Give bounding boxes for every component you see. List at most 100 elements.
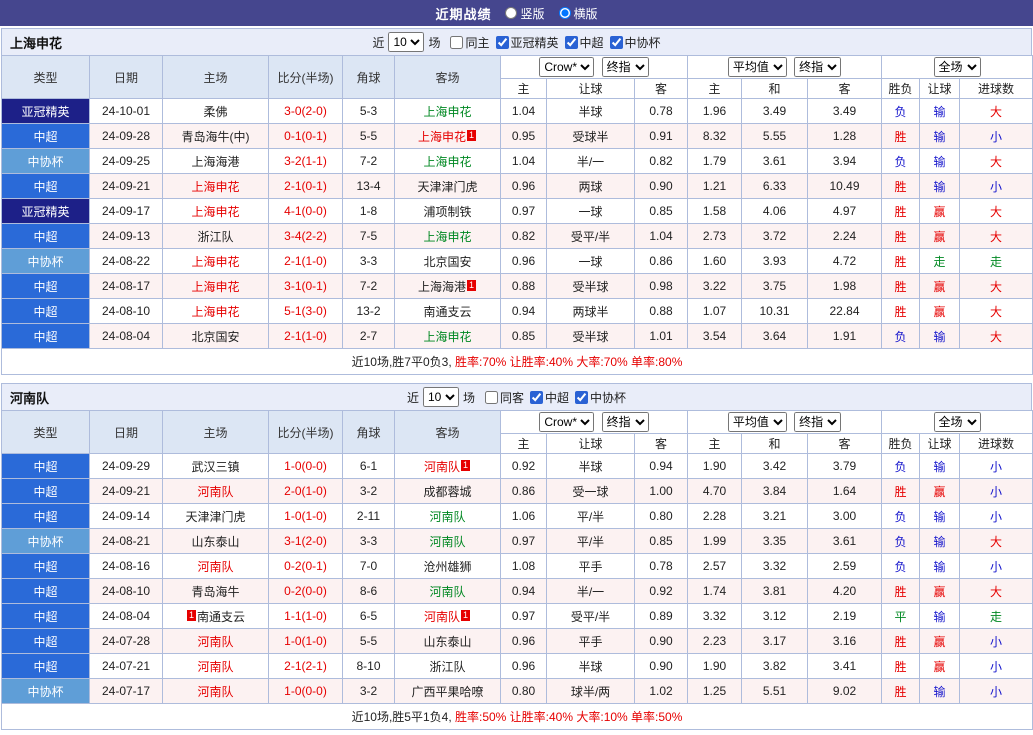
fulltime-select[interactable]: 全场 [934, 57, 981, 77]
match-count-select[interactable]: 10 [388, 32, 424, 52]
home-team-cell: 青岛海牛(中) [163, 124, 269, 149]
checkbox-icon[interactable] [565, 36, 578, 49]
goals-result-cell: 走 [960, 249, 1033, 274]
home-team-name[interactable]: 河南队 [197, 635, 233, 649]
away-team-name[interactable]: 南通支云 [423, 305, 471, 319]
home-team-name[interactable]: 浙江队 [197, 230, 233, 244]
league-filter-checkbox[interactable]: 中协杯 [610, 34, 661, 51]
checkbox-icon[interactable] [530, 391, 543, 404]
horizontal-radio-icon[interactable] [559, 7, 571, 19]
home-team-name[interactable]: 上海申花 [191, 305, 239, 319]
home-team-name[interactable]: 上海申花 [191, 205, 239, 219]
goals-result-cell: 大 [960, 324, 1033, 349]
league-filter-checkbox[interactable]: 同客 [485, 389, 524, 406]
league-filter-checkbox[interactable]: 中超 [530, 389, 569, 406]
bookmaker-select[interactable]: Crow* [539, 57, 594, 77]
score-cell: 3-4(2-2) [269, 224, 343, 249]
result-cell: 胜 [882, 124, 920, 149]
home-team-name[interactable]: 河南队 [197, 485, 233, 499]
handicap-cell: 平/半 [547, 504, 635, 529]
avg-time-select[interactable]: 终指 [794, 412, 841, 432]
goals-result-cell: 大 [960, 199, 1033, 224]
home-team-name[interactable]: 天津津门虎 [185, 510, 245, 524]
average-select[interactable]: 平均值 [728, 57, 787, 77]
away-team-name[interactable]: 河南队 [424, 460, 460, 474]
away-team-name[interactable]: 河南队 [424, 610, 460, 624]
team-header-row: 河南队 近 10 场 同客 中超 [1, 383, 1032, 410]
away-team-name[interactable]: 天津津门虎 [417, 180, 477, 194]
bookmaker-select[interactable]: Crow* [539, 412, 594, 432]
odds-away-cell: 0.78 [635, 554, 688, 579]
away-team-name[interactable]: 成都蓉城 [423, 485, 471, 499]
results-table: 类型 日期 主场 比分(半场) 角球 客场 Crow* 终指 平均值 终指 全场 [1, 55, 1033, 375]
checkbox-icon[interactable] [575, 391, 588, 404]
col-header-away: 客场 [395, 411, 501, 454]
away-team-name[interactable]: 山东泰山 [423, 635, 471, 649]
away-team-name[interactable]: 河南队 [429, 510, 465, 524]
away-team-name[interactable]: 上海申花 [423, 330, 471, 344]
away-team-name[interactable]: 北京国安 [423, 255, 471, 269]
score-cell: 2-1(0-1) [269, 174, 343, 199]
avg-away-cell: 2.19 [808, 604, 882, 629]
odds-time-select[interactable]: 终指 [602, 57, 649, 77]
home-team-cell: 河南队 [163, 629, 269, 654]
away-team-name[interactable]: 河南队 [429, 585, 465, 599]
home-team-name[interactable]: 上海申花 [191, 255, 239, 269]
avg-home-cell: 4.70 [688, 479, 742, 504]
home-team-name[interactable]: 南通支云 [197, 610, 245, 624]
home-team-name[interactable]: 北京国安 [191, 330, 239, 344]
away-team-name[interactable]: 上海申花 [418, 130, 466, 144]
league-filter-checkbox[interactable]: 中超 [565, 34, 604, 51]
odds-home-cell: 0.97 [501, 199, 547, 224]
subcol-handicap-result: 让球 [920, 434, 960, 454]
home-team-name[interactable]: 河南队 [197, 660, 233, 674]
home-team-name[interactable]: 河南队 [197, 560, 233, 574]
away-team-name[interactable]: 浦项制铁 [423, 205, 471, 219]
col-header-home: 主场 [163, 56, 269, 99]
away-team-name[interactable]: 上海申花 [423, 105, 471, 119]
league-type-cell: 中协杯 [2, 249, 90, 274]
checkbox-icon[interactable] [610, 36, 623, 49]
goals-result-cell: 小 [960, 654, 1033, 679]
handicap-result-cell: 赢 [920, 274, 960, 299]
checkbox-icon[interactable] [485, 391, 498, 404]
avg-time-select[interactable]: 终指 [794, 57, 841, 77]
league-filter-checkbox[interactable]: 同主 [450, 34, 489, 51]
home-team-name[interactable]: 上海申花 [191, 280, 239, 294]
home-team-name[interactable]: 青岛海牛(中) [182, 130, 250, 144]
league-filter-checkbox[interactable]: 亚冠精英 [496, 34, 559, 51]
home-team-name[interactable]: 青岛海牛 [191, 585, 239, 599]
home-team-name[interactable]: 河南队 [197, 685, 233, 699]
avg-home-cell: 1.58 [688, 199, 742, 224]
away-team-cell: 河南队 [395, 579, 501, 604]
match-count-select[interactable]: 10 [423, 387, 459, 407]
away-team-name[interactable]: 广西平果哈嘹 [411, 685, 483, 699]
away-team-name[interactable]: 浙江队 [429, 660, 465, 674]
away-team-name[interactable]: 沧州雄狮 [423, 560, 471, 574]
odds-time-select[interactable]: 终指 [602, 412, 649, 432]
home-team-name[interactable]: 上海申花 [191, 180, 239, 194]
home-team-name[interactable]: 上海海港 [191, 155, 239, 169]
match-date-cell: 24-09-25 [90, 149, 163, 174]
odds-away-cell: 0.85 [635, 529, 688, 554]
layout-radio-vertical[interactable]: 竖版 [505, 5, 544, 22]
home-team-name[interactable]: 山东泰山 [191, 535, 239, 549]
league-filter-checkbox[interactable]: 中协杯 [575, 389, 626, 406]
fulltime-select[interactable]: 全场 [934, 412, 981, 432]
home-team-name[interactable]: 柔佛 [203, 105, 227, 119]
vertical-radio-icon[interactable] [505, 7, 517, 19]
odds-header-cell: Crow* 终指 [501, 56, 688, 79]
checkbox-icon[interactable] [450, 36, 463, 49]
away-team-name[interactable]: 上海申花 [423, 155, 471, 169]
away-team-name[interactable]: 河南队 [429, 535, 465, 549]
away-team-cell: 北京国安 [395, 249, 501, 274]
match-row: 中协杯 24-08-22 上海申花 2-1(1-0) 3-3 北京国安 0.96… [2, 249, 1033, 274]
col-header-type: 类型 [2, 411, 90, 454]
layout-radio-horizontal[interactable]: 横版 [559, 5, 598, 22]
checkbox-icon[interactable] [496, 36, 509, 49]
away-team-name[interactable]: 上海海港 [418, 280, 466, 294]
near-label: 近 [372, 34, 384, 51]
average-select[interactable]: 平均值 [728, 412, 787, 432]
home-team-name[interactable]: 武汉三镇 [191, 460, 239, 474]
away-team-name[interactable]: 上海申花 [423, 230, 471, 244]
